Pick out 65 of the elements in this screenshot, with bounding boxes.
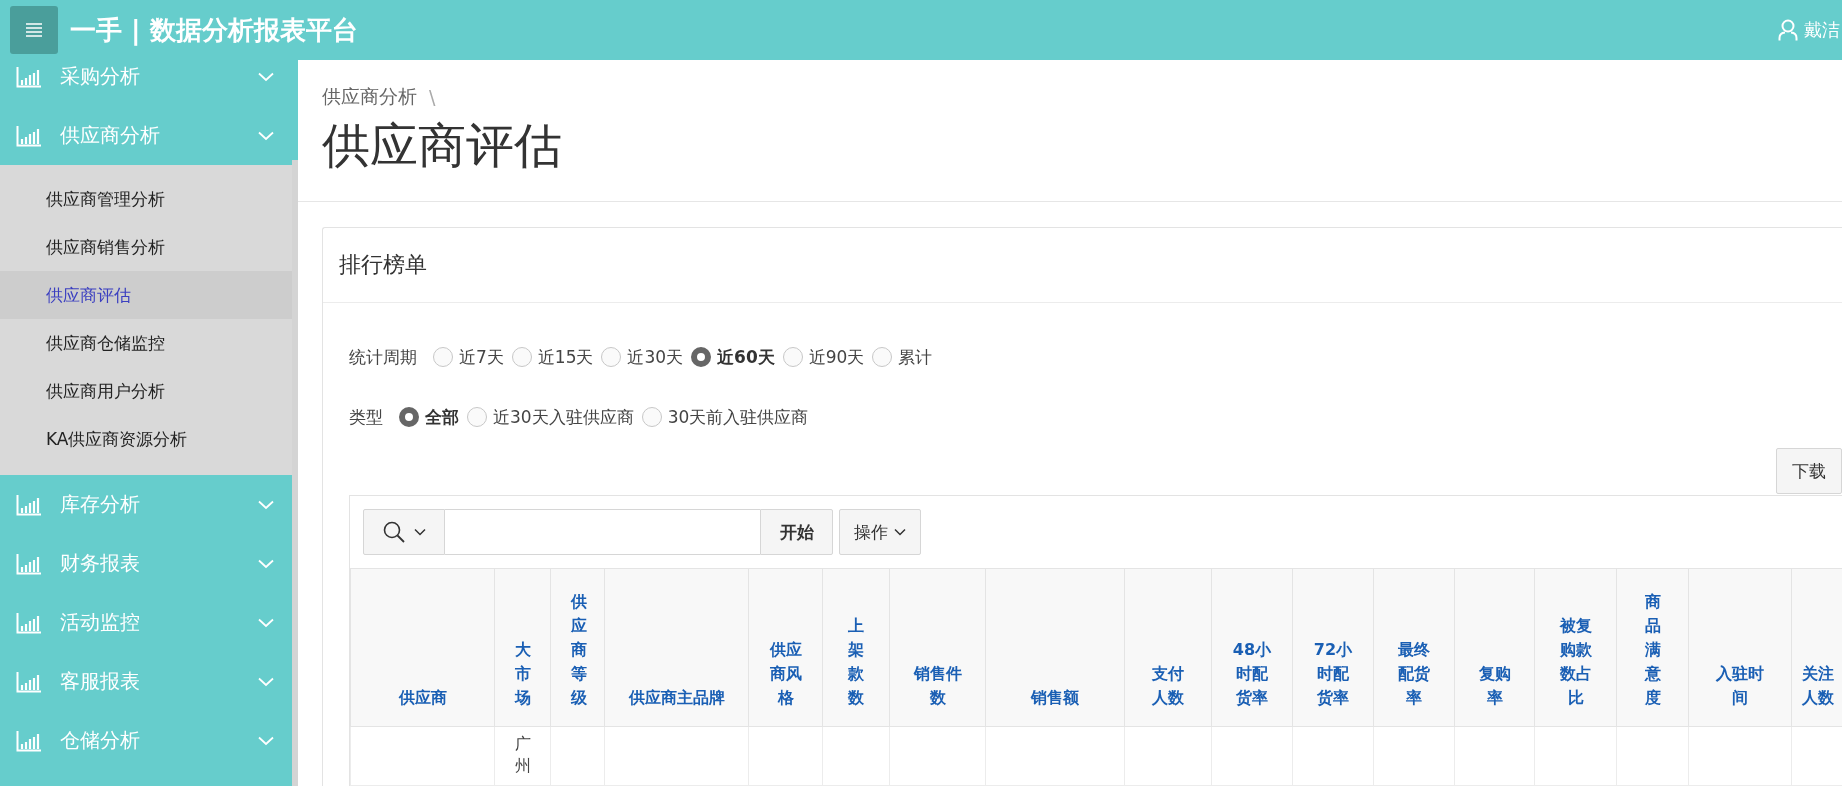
- table-cell: 广州: [514, 733, 531, 777]
- radio-option[interactable]: 近15天: [511, 345, 594, 369]
- radio-option[interactable]: 近60天: [691, 345, 775, 369]
- submenu-item[interactable]: 供应商管理分析: [0, 175, 292, 223]
- radio-button[interactable]: [641, 407, 662, 428]
- radio-button[interactable]: [511, 347, 532, 368]
- download-button[interactable]: 下载: [1776, 448, 1842, 495]
- chevron-down-icon: [258, 558, 274, 569]
- radio-button[interactable]: [433, 347, 453, 368]
- column-header[interactable]: 入驻时间: [1709, 662, 1771, 711]
- radio-button[interactable]: [782, 347, 803, 368]
- menu-icon: [25, 23, 43, 37]
- bar-chart-icon: [16, 124, 42, 147]
- filter-label: 统计周期: [349, 345, 417, 369]
- user-icon: [1778, 19, 1798, 41]
- column-header[interactable]: 大市场: [515, 638, 531, 711]
- submenu-item[interactable]: 供应商仓储监控: [0, 319, 292, 367]
- go-button[interactable]: 开始: [760, 509, 833, 556]
- column-header[interactable]: 销售件数: [910, 662, 965, 711]
- radio-option[interactable]: 近7天: [433, 345, 504, 369]
- column-header[interactable]: 支付人数: [1145, 662, 1191, 711]
- chevron-down-icon: [258, 130, 274, 141]
- submenu-item[interactable]: 供应商评估: [0, 271, 292, 319]
- radio-button[interactable]: [467, 407, 487, 428]
- chevron-down-icon: [258, 617, 274, 628]
- actions-button[interactable]: 操作: [839, 509, 921, 556]
- caret-icon: [414, 528, 426, 537]
- breadcrumb-separator: \: [429, 86, 436, 108]
- submenu-item[interactable]: KA供应商资源分析: [0, 415, 292, 463]
- radio-option[interactable]: 累计: [872, 345, 933, 369]
- bar-chart-icon: [16, 552, 42, 575]
- breadcrumb-link[interactable]: 供应商分析: [322, 84, 417, 110]
- submenu-item[interactable]: 供应商销售分析: [0, 223, 292, 271]
- filter-label: 类型: [349, 405, 383, 429]
- app-title: 一手 | 数据分析报表平台: [70, 13, 358, 48]
- page-title: 供应商评估: [322, 116, 563, 175]
- radio-button[interactable]: [601, 347, 622, 368]
- bar-chart-icon: [16, 729, 42, 752]
- radio-option[interactable]: 30天前入驻供应商: [641, 405, 809, 429]
- bar-chart-icon: [16, 670, 42, 693]
- search-menu-button[interactable]: [363, 509, 445, 556]
- menu-button[interactable]: [10, 6, 58, 54]
- radio-option[interactable]: 全部: [399, 405, 459, 429]
- search-icon: [382, 520, 406, 545]
- chevron-down-icon: [258, 735, 274, 746]
- bar-chart-icon: [16, 611, 42, 634]
- column-header[interactable]: 供应商: [398, 686, 447, 711]
- column-header[interactable]: 供应商主品牌: [628, 686, 725, 711]
- radio-option[interactable]: 近90天: [782, 345, 865, 369]
- chevron-down-icon: [258, 499, 274, 510]
- card-title: 排行榜单: [323, 228, 1842, 304]
- bar-chart-icon: [16, 65, 42, 88]
- radio-button[interactable]: [691, 347, 712, 368]
- column-header[interactable]: 销售额: [1031, 686, 1079, 711]
- radio-button[interactable]: [872, 347, 893, 368]
- caret-icon: [894, 528, 906, 537]
- column-header[interactable]: 复购率: [1475, 662, 1514, 711]
- radio-option[interactable]: 近30天入驻供应商: [467, 405, 634, 429]
- radio-button[interactable]: [399, 407, 419, 428]
- submenu-item[interactable]: 供应商用户分析: [0, 367, 292, 415]
- search-field[interactable]: [445, 509, 760, 556]
- chevron-down-icon: [258, 676, 274, 687]
- bar-chart-icon: [16, 493, 42, 516]
- chevron-down-icon: [258, 71, 274, 82]
- radio-option[interactable]: 近30天: [601, 345, 684, 369]
